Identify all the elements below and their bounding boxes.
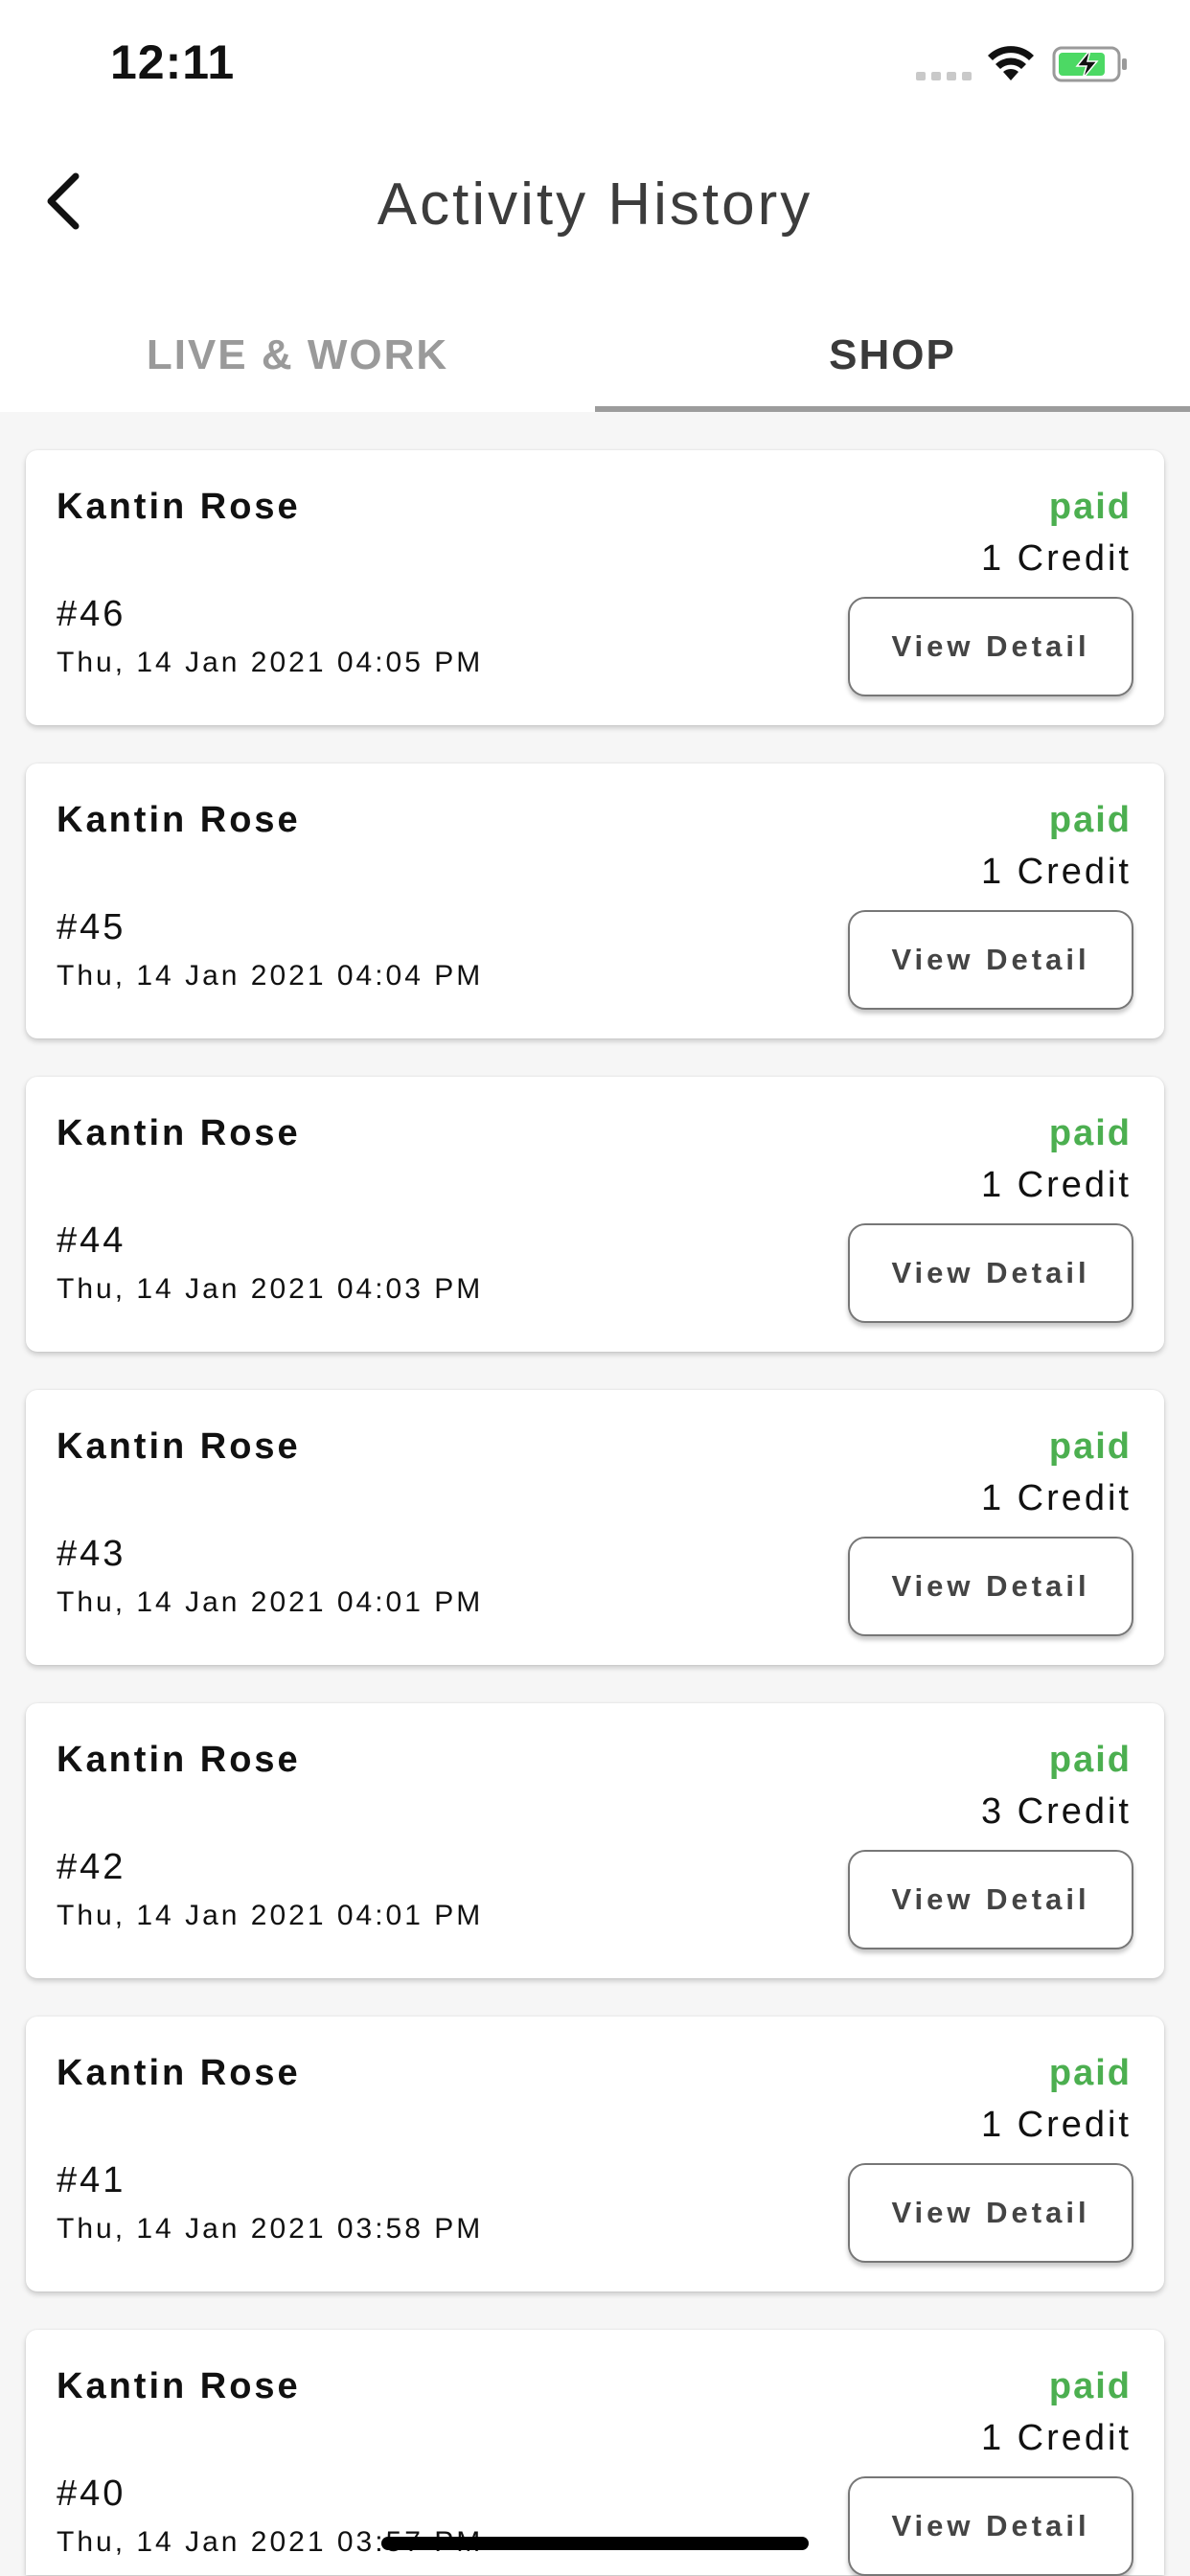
tab-shop[interactable]: SHOP xyxy=(595,297,1190,412)
status-badge: paid xyxy=(1048,800,1132,840)
tab-bar: LIVE & WORK SHOP xyxy=(0,297,1190,412)
status-badge: paid xyxy=(1048,487,1132,527)
status-badge: paid xyxy=(1048,2053,1132,2093)
order-number: #41 xyxy=(57,2160,126,2200)
order-number: #45 xyxy=(57,907,126,947)
order-date: Thu, 14 Jan 2021 04:01 PM xyxy=(57,1900,484,1931)
merchant-name: Kantin Rose xyxy=(57,2053,301,2093)
order-number: #46 xyxy=(57,594,126,634)
order-date: Thu, 14 Jan 2021 04:04 PM xyxy=(57,960,484,992)
credit-amount: 1 Credit xyxy=(980,1165,1132,1205)
view-detail-button[interactable]: View Detail xyxy=(848,1223,1133,1323)
order-date: Thu, 14 Jan 2021 03:58 PM xyxy=(57,2213,484,2245)
view-detail-button[interactable]: View Detail xyxy=(848,2476,1133,2576)
order-date: Thu, 14 Jan 2021 04:05 PM xyxy=(57,647,484,678)
order-number: #44 xyxy=(57,1220,126,1261)
credit-amount: 1 Credit xyxy=(980,2418,1132,2458)
status-badge: paid xyxy=(1048,1113,1132,1153)
status-badge: paid xyxy=(1048,2366,1132,2406)
status-badge: paid xyxy=(1048,1426,1132,1467)
order-date: Thu, 14 Jan 2021 04:01 PM xyxy=(57,1586,484,1618)
view-detail-button[interactable]: View Detail xyxy=(848,1850,1133,1949)
view-detail-button[interactable]: View Detail xyxy=(848,910,1133,1010)
order-date: Thu, 14 Jan 2021 04:03 PM xyxy=(57,1273,484,1305)
merchant-name: Kantin Rose xyxy=(57,1426,301,1467)
transaction-card: Kantin Rose paid 1 Credit #45 Thu, 14 Ja… xyxy=(26,764,1164,1038)
credit-amount: 1 Credit xyxy=(980,852,1132,892)
order-number: #43 xyxy=(57,1534,126,1574)
tab-live-and-work[interactable]: LIVE & WORK xyxy=(0,297,595,412)
view-detail-button[interactable]: View Detail xyxy=(848,597,1133,696)
transaction-card: Kantin Rose paid 1 Credit #46 Thu, 14 Ja… xyxy=(26,450,1164,725)
transaction-card: Kantin Rose paid 3 Credit #42 Thu, 14 Ja… xyxy=(26,1703,1164,1978)
home-indicator[interactable] xyxy=(381,2537,809,2550)
order-number: #40 xyxy=(57,2473,126,2514)
page-title: Activity History xyxy=(377,171,813,238)
merchant-name: Kantin Rose xyxy=(57,1113,301,1153)
merchant-name: Kantin Rose xyxy=(57,800,301,840)
credit-amount: 3 Credit xyxy=(980,1791,1132,1832)
order-number: #42 xyxy=(57,1847,126,1887)
view-detail-button[interactable]: View Detail xyxy=(848,2163,1133,2263)
status-time: 12:11 xyxy=(110,35,236,89)
app-header: Activity History LIVE & WORK SHOP xyxy=(0,125,1190,412)
wifi-icon xyxy=(988,46,1034,80)
status-badge: paid xyxy=(1048,1740,1132,1780)
credit-amount: 1 Credit xyxy=(980,538,1132,579)
battery-charging-icon xyxy=(1052,46,1127,82)
view-detail-button[interactable]: View Detail xyxy=(848,1537,1133,1636)
merchant-name: Kantin Rose xyxy=(57,2366,301,2406)
transaction-card: Kantin Rose paid 1 Credit #44 Thu, 14 Ja… xyxy=(26,1077,1164,1352)
merchant-name: Kantin Rose xyxy=(57,487,301,527)
status-bar: 12:11 xyxy=(0,0,1190,125)
merchant-name: Kantin Rose xyxy=(57,1740,301,1780)
credit-amount: 1 Credit xyxy=(980,1478,1132,1518)
credit-amount: 1 Credit xyxy=(980,2105,1132,2145)
transaction-card: Kantin Rose paid 1 Credit #41 Thu, 14 Ja… xyxy=(26,2017,1164,2291)
transaction-card: Kantin Rose paid 1 Credit #43 Thu, 14 Ja… xyxy=(26,1390,1164,1665)
cellular-signal-icon xyxy=(916,72,972,80)
